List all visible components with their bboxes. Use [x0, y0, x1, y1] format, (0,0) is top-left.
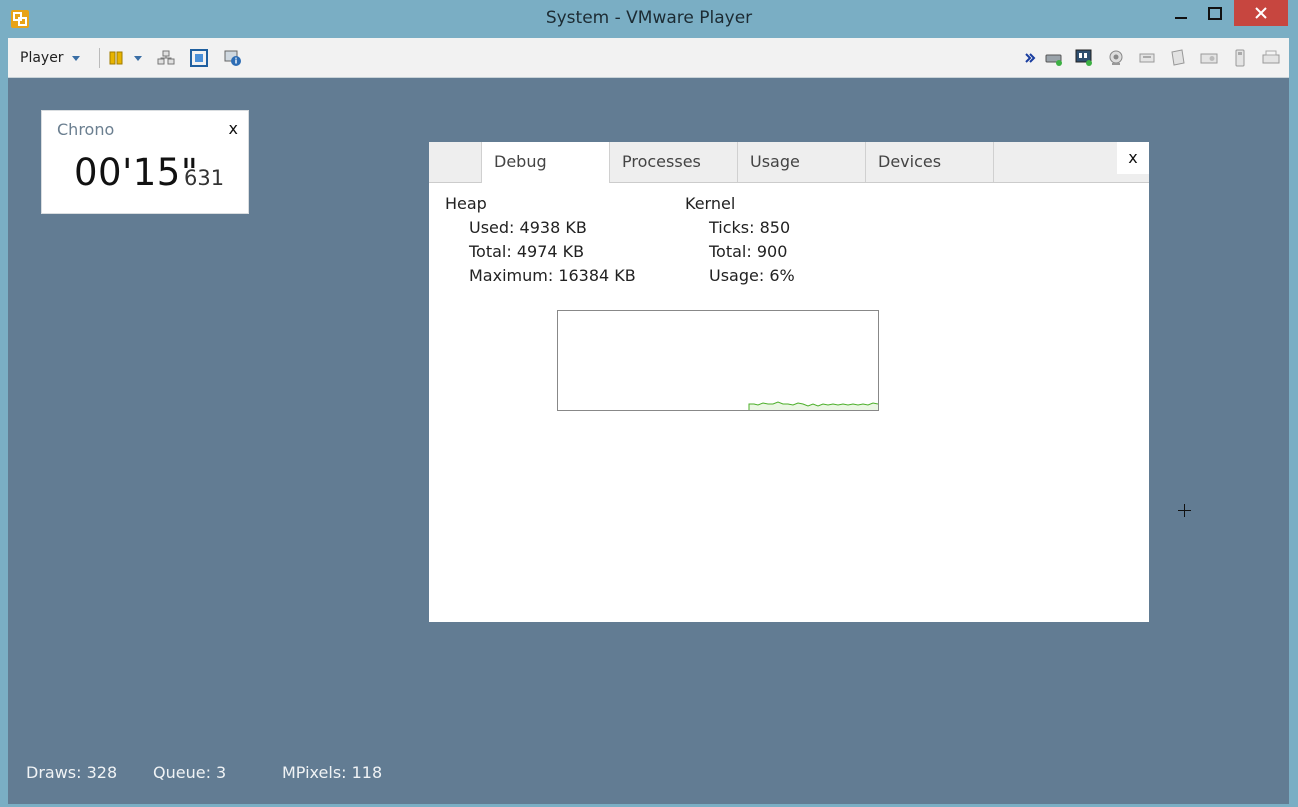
debug-panel: Debug Processes Usage Devices x Heap Use…	[429, 142, 1149, 622]
toolbar: Player	[8, 38, 1289, 78]
status-queue: Queue: 3	[153, 763, 227, 782]
sound-card-icon[interactable]	[1200, 49, 1218, 67]
tab-devices[interactable]: Devices	[866, 142, 994, 182]
pause-icon	[109, 51, 123, 65]
network-adapter-icon[interactable]	[1075, 49, 1093, 67]
camera-icon[interactable]	[1107, 49, 1125, 67]
fullscreen-icon	[190, 49, 208, 67]
window-title: System - VMware Player	[545, 8, 753, 28]
tab-debug[interactable]: Debug	[481, 142, 610, 183]
toolbar-separator	[99, 48, 100, 68]
chrono-title: Chrono	[57, 120, 115, 139]
usage-graph-line	[748, 401, 879, 410]
full-screen-button[interactable]	[189, 48, 209, 68]
heap-maximum: Maximum: 16384 KB	[469, 266, 636, 285]
player-menu-label: Player	[20, 50, 64, 66]
status-draws: Draws: 328	[26, 763, 118, 782]
heap-title: Heap	[445, 194, 487, 213]
kernel-usage: Usage: 6%	[709, 266, 795, 285]
unity-info-icon	[224, 50, 241, 66]
tab-usage[interactable]: Usage	[738, 142, 866, 182]
chrono-widget: Chrono x 00'15" 631	[41, 110, 249, 214]
heap-used: Used: 4938 KB	[469, 218, 587, 237]
crosshair-cursor-icon	[1178, 504, 1191, 517]
chevron-down-icon	[134, 55, 142, 61]
chrono-close-button[interactable]: x	[229, 119, 238, 138]
printer-icon[interactable]	[1262, 49, 1280, 67]
pause-options-dropdown[interactable]	[128, 48, 148, 68]
tab-processes[interactable]: Processes	[610, 142, 738, 182]
unity-button[interactable]	[223, 48, 243, 68]
player-menu-button[interactable]: Player	[14, 47, 86, 69]
more-devices-chevron-icon[interactable]	[1023, 50, 1041, 68]
kernel-title: Kernel	[685, 194, 736, 213]
kernel-ticks: Ticks: 850	[709, 218, 791, 237]
hard-disk-icon[interactable]	[1045, 49, 1063, 67]
chrono-time: 00'15"	[74, 151, 199, 194]
status-mpixels: MPixels: 118	[282, 763, 383, 782]
chevron-down-icon	[71, 55, 80, 61]
send-ctrl-alt-del-button[interactable]	[156, 48, 176, 68]
usb-controller-icon[interactable]	[1138, 49, 1156, 67]
keyboard-network-icon	[157, 50, 175, 65]
close-window-button[interactable]	[1234, 0, 1288, 26]
chrono-milliseconds: 631	[184, 166, 225, 190]
usb-device-icon[interactable]	[1231, 49, 1249, 67]
usage-graph	[557, 310, 879, 411]
tab-bar: Debug Processes Usage Devices x	[429, 142, 1149, 183]
pause-button[interactable]	[106, 48, 126, 68]
minimize-button[interactable]	[1166, 0, 1196, 28]
kernel-total: Total: 900	[709, 242, 788, 261]
floppy-icon[interactable]	[1169, 49, 1187, 67]
maximize-button[interactable]	[1200, 0, 1230, 28]
panel-close-button[interactable]: x	[1117, 142, 1149, 174]
heap-total: Total: 4974 KB	[469, 242, 585, 261]
title-bar: System - VMware Player	[0, 0, 1298, 38]
